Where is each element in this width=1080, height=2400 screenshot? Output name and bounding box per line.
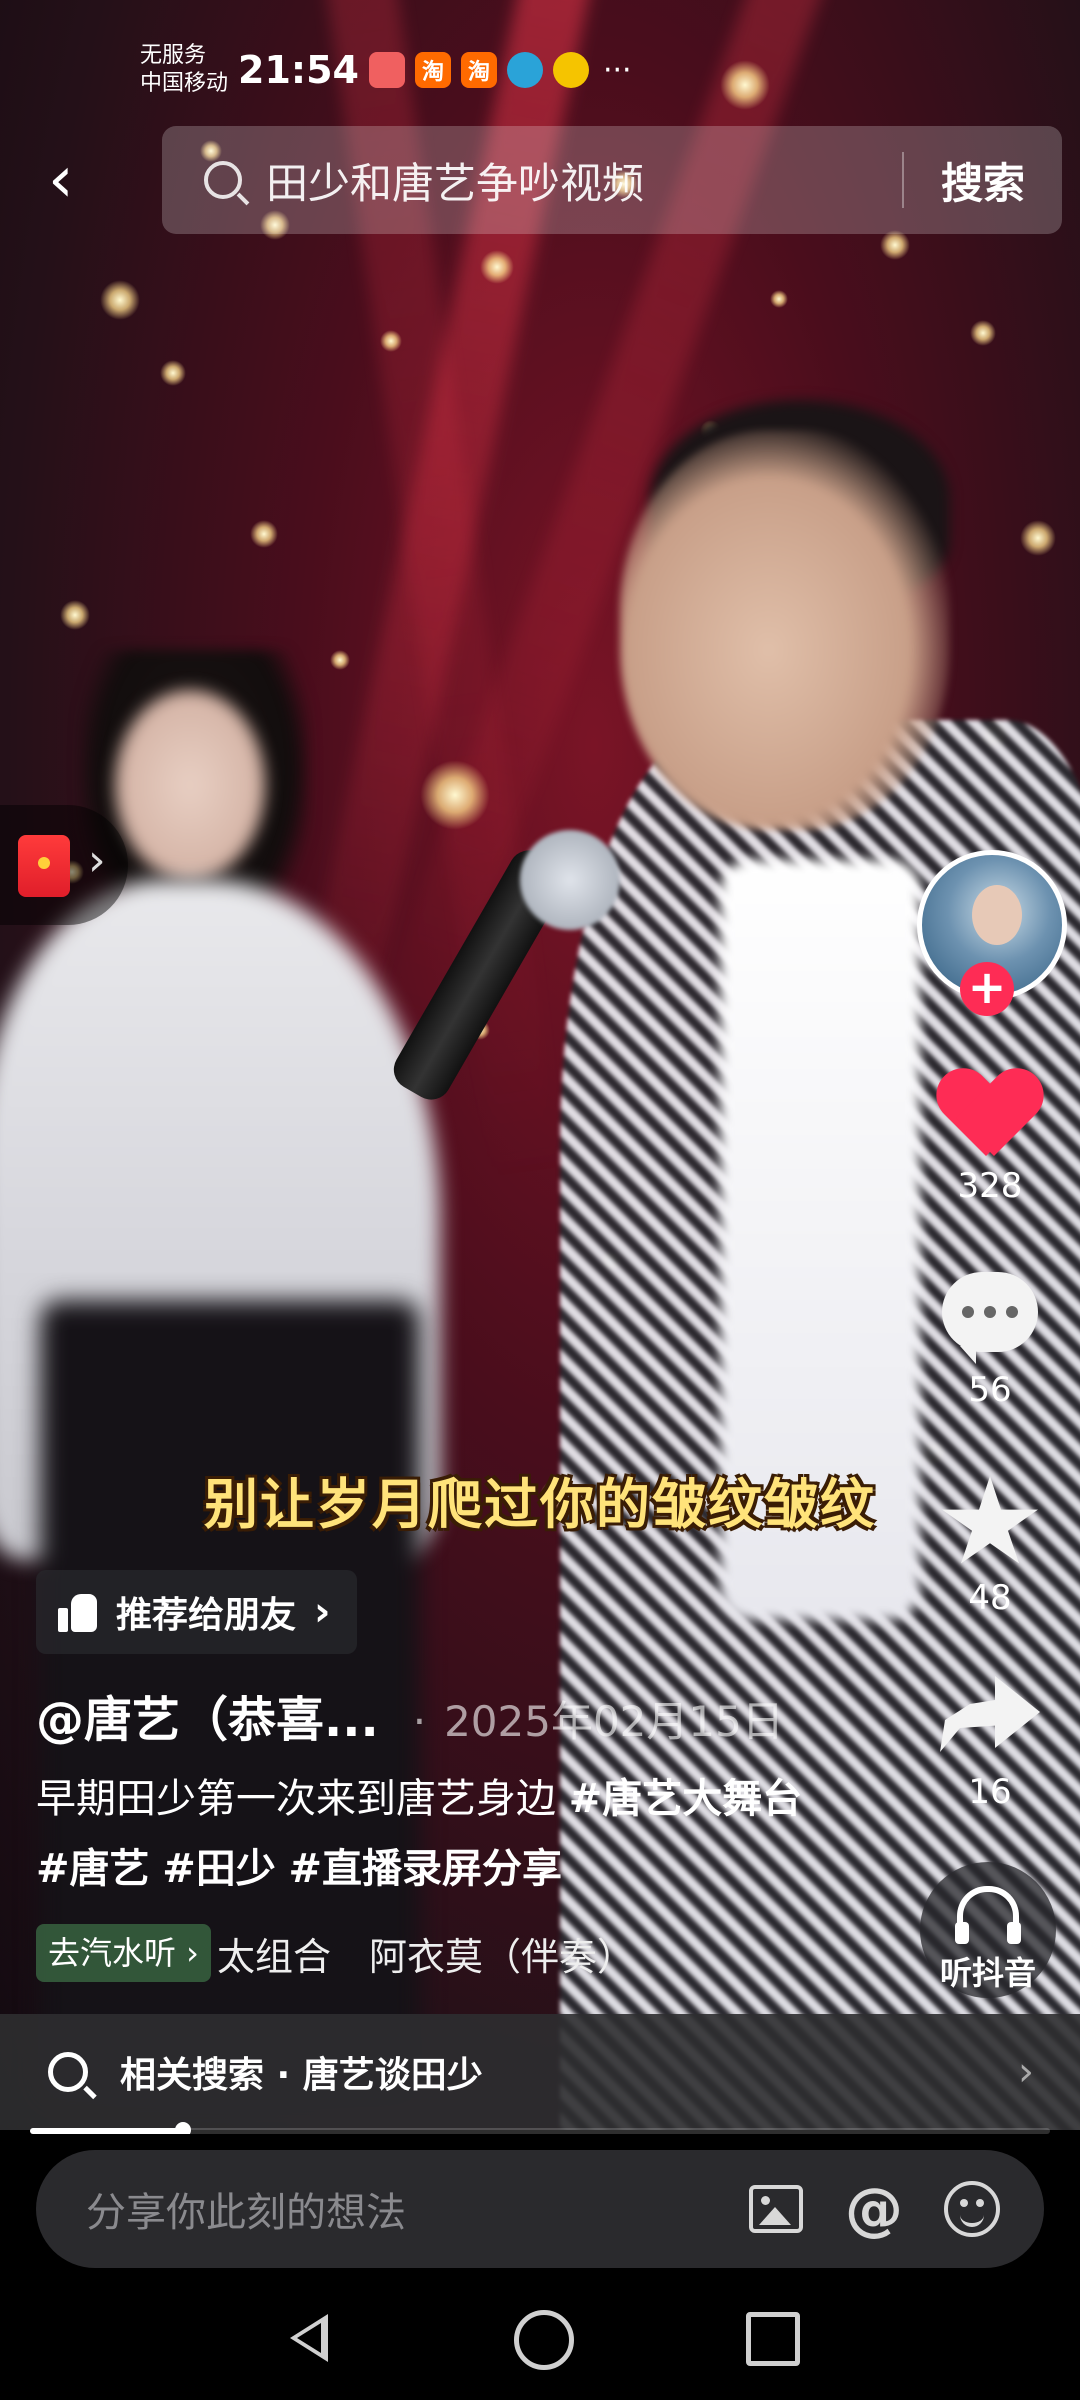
video-subtitle: 别让岁月爬过你的皱纹皱纹 <box>204 1473 876 1536</box>
like-count: 328 <box>957 1166 1023 1206</box>
chevron-right-icon: › <box>1018 2049 1034 2095</box>
emoji-icon <box>944 2181 1000 2237</box>
follow-button[interactable]: + <box>960 962 1014 1016</box>
post-description: 早期田少第一次来到唐艺身边 #唐艺大舞台 #唐艺 #田少 #直播录屏分享 <box>36 1764 836 1904</box>
taobao-icon: 淘 <box>460 52 497 88</box>
author-name[interactable]: @唐艺（恭喜... <box>36 1680 379 1750</box>
description-text: 早期田少第一次来到唐艺身边 <box>36 1776 556 1822</box>
music-row[interactable]: 去汽水听 › 太组合 阿衣莫（伴奏） <box>36 1924 635 1982</box>
sparkle <box>880 230 910 260</box>
search-input[interactable]: 田少和唐艺争吵视频 <box>266 150 902 211</box>
singer-man-face <box>620 430 950 830</box>
related-search-text: 相关搜索 · 唐艺谈田少 <box>120 2055 483 2096</box>
weibo-icon <box>552 52 589 88</box>
comment-count: 56 <box>968 1370 1012 1410</box>
red-packet-button[interactable]: › <box>0 805 128 925</box>
star-icon <box>942 1476 1038 1564</box>
recommend-to-friends-button[interactable]: 推荐给朋友 › <box>36 1570 357 1654</box>
sparkle <box>100 280 140 320</box>
nav-recents-icon[interactable] <box>746 2312 800 2366</box>
back-button[interactable]: ‹ <box>48 140 108 220</box>
image-button[interactable] <box>744 2177 808 2241</box>
chevron-right-icon: › <box>314 1589 331 1635</box>
headphones-icon <box>955 1886 1021 1944</box>
comment-placeholder: 分享你此刻的想法 <box>86 2190 406 2236</box>
chevron-right-icon: › <box>88 835 106 886</box>
music-title[interactable]: 太组合 阿衣莫（伴奏） <box>217 1926 635 1981</box>
favorite-count: 48 <box>968 1578 1012 1618</box>
sparkle <box>1020 520 1056 556</box>
comment-input[interactable]: 分享你此刻的想法 @ <box>36 2150 1044 2268</box>
sparkle <box>60 600 90 630</box>
sparkle <box>480 250 514 284</box>
like-button[interactable]: 328 <box>930 1070 1050 1206</box>
app-icon <box>368 52 405 88</box>
status-time: 21:54 <box>238 48 359 92</box>
related-search-bar[interactable]: 相关搜索 · 唐艺谈田少 › <box>0 2014 1080 2130</box>
heart-icon <box>940 1070 1040 1160</box>
hashtag[interactable]: #唐艺 <box>36 1846 150 1892</box>
image-icon <box>749 2185 803 2233</box>
emoji-button[interactable] <box>940 2177 1004 2241</box>
search-button[interactable]: 搜索 <box>904 150 1062 211</box>
sparkle <box>770 290 788 308</box>
comment-button[interactable]: 56 <box>930 1272 1050 1410</box>
hashtag[interactable]: #田少 <box>162 1846 276 1892</box>
red-envelope-icon <box>18 835 70 897</box>
system-nav-bar <box>0 2274 1080 2400</box>
sparkle <box>970 320 996 346</box>
sparkle <box>330 650 350 670</box>
share-count: 16 <box>968 1772 1012 1812</box>
share-arrow-icon <box>940 1676 1040 1752</box>
share-button[interactable]: 16 <box>930 1676 1050 1812</box>
listen-douyin-button[interactable]: 听抖音 <box>920 1862 1056 1998</box>
search-bar[interactable]: 田少和唐艺争吵视频 搜索 <box>162 126 1062 234</box>
avatar-face <box>972 885 1022 945</box>
nav-home-icon[interactable] <box>514 2310 574 2370</box>
carrier-info: 无服务 中国移动 <box>140 42 228 98</box>
search-icon <box>48 2052 88 2092</box>
comment-icon <box>942 1272 1038 1364</box>
author-row: @唐艺（恭喜... 2025年02月15日 <box>36 1680 784 1750</box>
sparkle <box>420 760 490 830</box>
recommend-label: 推荐给朋友 <box>116 1595 297 1636</box>
sparkle <box>380 330 402 352</box>
status-bar: 无服务 中国移动 21:54 淘 淘 ··· <box>140 30 632 110</box>
singer-woman-face <box>115 690 265 880</box>
search-icon <box>204 161 242 199</box>
comment-bar: 分享你此刻的想法 @ <box>0 2134 1080 2274</box>
hashtag[interactable]: #唐艺大舞台 <box>569 1776 803 1822</box>
qishui-music-tag[interactable]: 去汽水听 › <box>36 1924 211 1982</box>
microphone-head <box>520 830 620 930</box>
more-notifications-icon: ··· <box>602 52 632 88</box>
sparkle <box>250 520 278 548</box>
mention-button[interactable]: @ <box>842 2175 906 2243</box>
carrier-status: 无服务 <box>140 43 207 68</box>
nav-back-icon[interactable] <box>290 2314 328 2362</box>
at-icon: @ <box>845 2175 903 2243</box>
sparkle <box>720 60 770 110</box>
listen-label: 听抖音 <box>939 1954 1036 1992</box>
favorite-button[interactable]: 48 <box>930 1476 1050 1618</box>
post-date: 2025年02月15日 <box>413 1688 784 1749</box>
taobao-icon: 淘 <box>414 52 451 88</box>
mobile-icon <box>506 52 543 88</box>
thumbs-up-icon <box>58 1592 98 1632</box>
hashtag[interactable]: #直播录屏分享 <box>288 1846 562 1892</box>
carrier-name: 中国移动 <box>140 71 229 96</box>
sparkle <box>160 360 186 386</box>
